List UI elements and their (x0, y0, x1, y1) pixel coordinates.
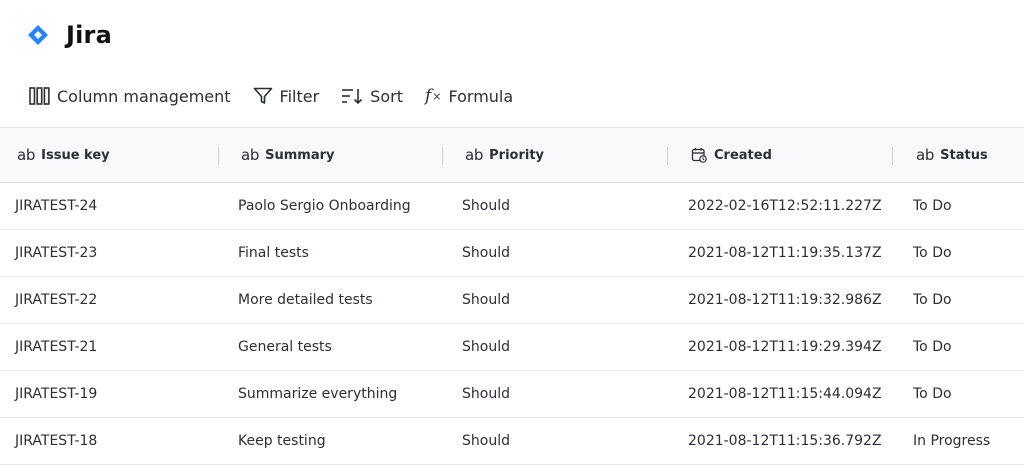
formula-label: Formula (448, 86, 514, 106)
cell-summary[interactable]: Final tests (219, 245, 443, 261)
column-header-priority[interactable]: ab Priority (443, 128, 668, 182)
cell-priority[interactable]: Should (443, 292, 668, 308)
jira-diamond-icon (27, 24, 49, 46)
app-title: Jira (66, 21, 112, 49)
cell-created[interactable]: 2021-08-12T11:15:44.094Z (668, 386, 893, 402)
columns-icon (29, 87, 50, 105)
cell-priority[interactable]: Should (443, 386, 668, 402)
sort-button[interactable]: Sort (341, 87, 403, 106)
cell-issue-key[interactable]: JIRATEST-23 (0, 245, 219, 261)
column-header-label: Issue key (41, 147, 110, 163)
cell-created[interactable]: 2021-08-12T11:15:36.792Z (668, 433, 893, 449)
cell-issue-key[interactable]: JIRATEST-19 (0, 386, 219, 402)
cell-issue-key[interactable]: JIRATEST-21 (0, 339, 219, 355)
toolbar: Column management Filter Sort f × Formula (0, 78, 535, 114)
text-type-icon: ab (17, 146, 36, 164)
cell-status[interactable]: In Progress (893, 433, 1024, 449)
cell-status[interactable]: To Do (893, 245, 1024, 261)
table-row[interactable]: JIRATEST-24 Paolo Sergio Onboarding Shou… (0, 183, 1024, 230)
cell-status[interactable]: To Do (893, 292, 1024, 308)
cell-status[interactable]: To Do (893, 339, 1024, 355)
filter-icon (253, 86, 273, 106)
cell-created[interactable]: 2021-08-12T11:19:32.986Z (668, 292, 893, 308)
sort-label: Sort (370, 86, 403, 106)
table-row[interactable]: JIRATEST-21 General tests Should 2021-08… (0, 324, 1024, 371)
formula-icon: f × (424, 85, 442, 106)
column-header-created[interactable]: Created (668, 128, 893, 182)
text-type-icon: ab (465, 146, 484, 164)
cell-created[interactable]: 2021-08-12T11:19:29.394Z (668, 339, 893, 355)
text-type-icon: ab (241, 146, 260, 164)
table-row[interactable]: JIRATEST-22 More detailed tests Should 2… (0, 277, 1024, 324)
cell-summary[interactable]: Paolo Sergio Onboarding (219, 198, 443, 214)
table-row[interactable]: JIRATEST-19 Summarize everything Should … (0, 371, 1024, 418)
column-header-label: Priority (489, 147, 545, 163)
cell-priority[interactable]: Should (443, 198, 668, 214)
column-management-button[interactable]: Column management (29, 87, 231, 106)
column-header-issue-key[interactable]: ab Issue key (0, 128, 219, 182)
app-header: Jira (0, 0, 1024, 70)
table-row[interactable]: JIRATEST-23 Final tests Should 2021-08-1… (0, 230, 1024, 277)
calendar-icon (691, 147, 707, 163)
cell-priority[interactable]: Should (443, 433, 668, 449)
grid-header-row: ab Issue key ab Summary ab Priority Crea… (0, 128, 1024, 183)
cell-created[interactable]: 2021-08-12T11:19:35.137Z (668, 245, 893, 261)
column-management-label: Column management (57, 86, 231, 106)
cell-summary[interactable]: Keep testing (219, 433, 443, 449)
filter-label: Filter (279, 86, 320, 106)
cell-status[interactable]: To Do (893, 198, 1024, 214)
formula-button[interactable]: f × Formula (425, 87, 513, 106)
table-row[interactable]: JIRATEST-18 Keep testing Should 2021-08-… (0, 418, 1024, 465)
column-header-label: Summary (265, 147, 335, 163)
cell-issue-key[interactable]: JIRATEST-24 (0, 198, 219, 214)
sort-icon (341, 87, 363, 105)
cell-issue-key[interactable]: JIRATEST-18 (0, 433, 219, 449)
cell-summary[interactable]: More detailed tests (219, 292, 443, 308)
cell-created[interactable]: 2022-02-16T12:52:11.227Z (668, 198, 893, 214)
cell-summary[interactable]: Summarize everything (219, 386, 443, 402)
column-header-label: Status (940, 147, 988, 163)
filter-button[interactable]: Filter (253, 86, 320, 106)
column-header-label: Created (714, 147, 772, 163)
column-header-summary[interactable]: ab Summary (219, 128, 443, 182)
cell-status[interactable]: To Do (893, 386, 1024, 402)
column-header-status[interactable]: ab Status (893, 128, 1024, 182)
cell-priority[interactable]: Should (443, 339, 668, 355)
data-grid: ab Issue key ab Summary ab Priority Crea… (0, 127, 1024, 465)
cell-issue-key[interactable]: JIRATEST-22 (0, 292, 219, 308)
text-type-icon: ab (916, 146, 935, 164)
cell-summary[interactable]: General tests (219, 339, 443, 355)
cell-priority[interactable]: Should (443, 245, 668, 261)
